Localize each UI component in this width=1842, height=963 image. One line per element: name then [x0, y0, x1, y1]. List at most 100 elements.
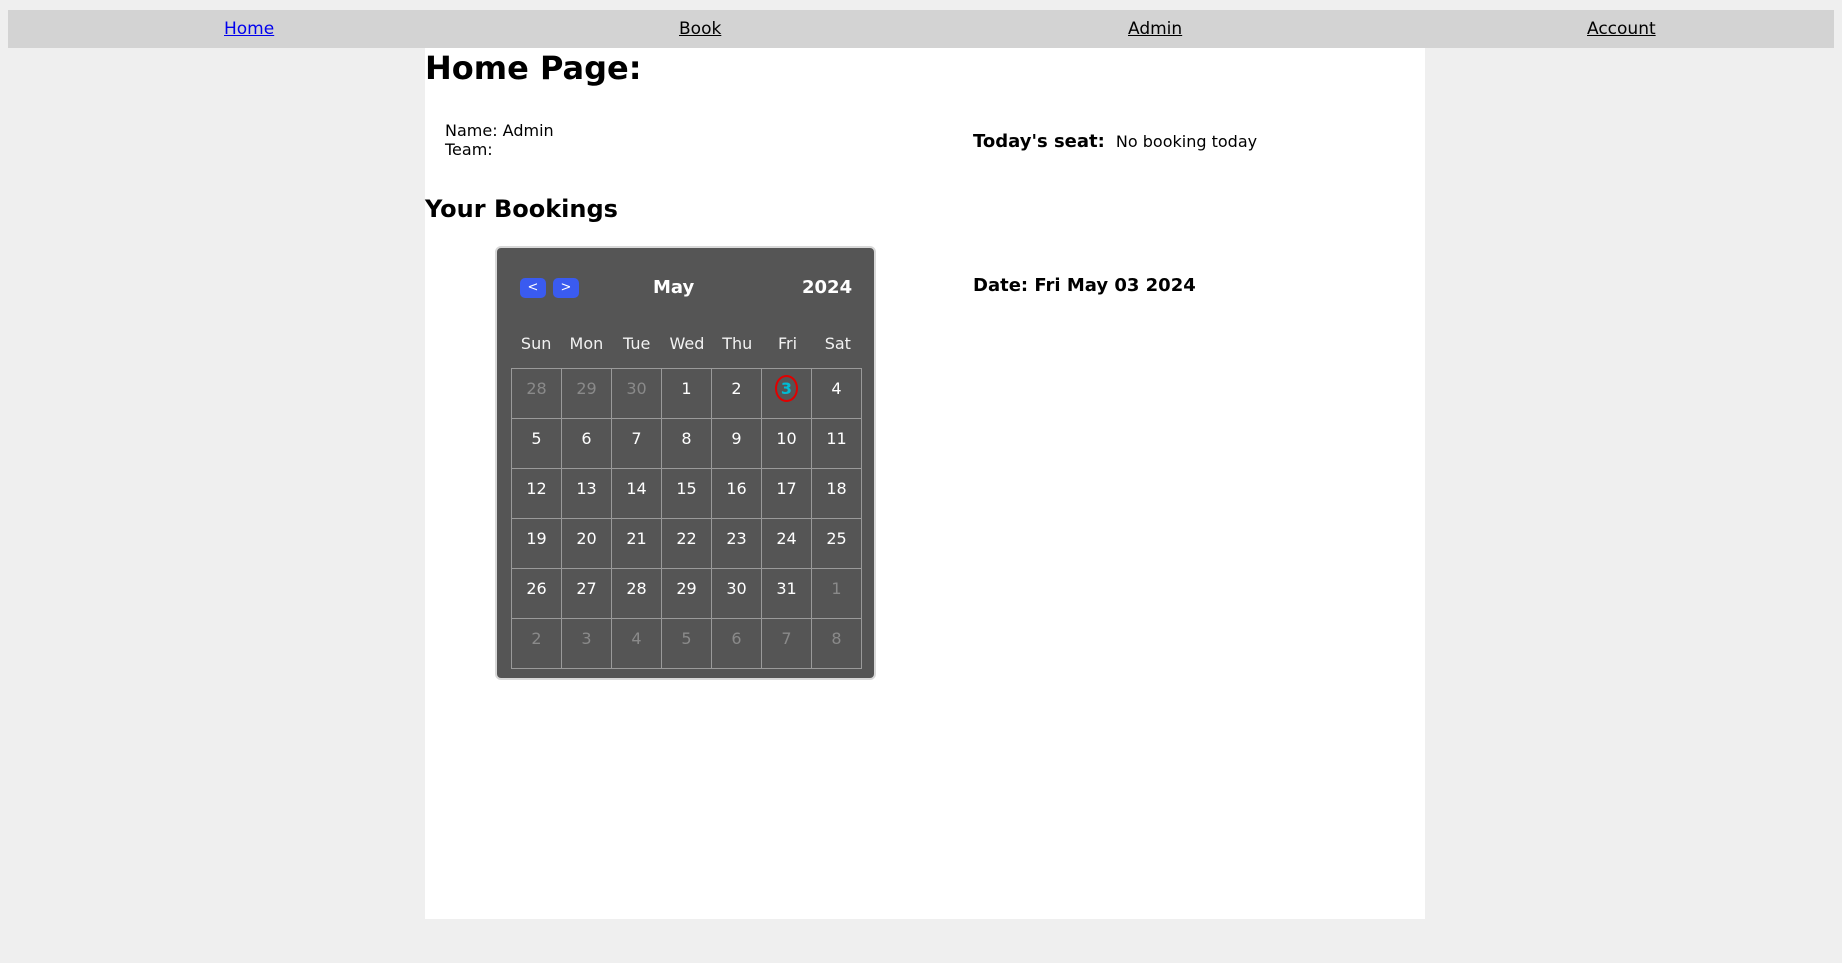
calendar-day[interactable]: 28	[511, 368, 562, 419]
nav-account-link[interactable]: Account	[1587, 19, 1656, 39]
calendar-day[interactable]: 30	[611, 368, 662, 419]
calendar-day[interactable]: 6	[561, 418, 612, 469]
browser-top-strip	[0, 0, 1842, 10]
bookings-title: Your Bookings	[425, 195, 618, 223]
prev-month-button[interactable]: <	[520, 278, 546, 298]
next-month-button[interactable]: >	[553, 278, 579, 298]
calendar-day-number: 28	[526, 379, 547, 398]
calendar-day-number: 6	[581, 429, 592, 448]
main-content: Home Page: Name: Admin Team: Today's sea…	[425, 48, 1425, 919]
weekday-label: Tue	[623, 334, 651, 353]
calendar-day-number: 4	[631, 629, 642, 648]
calendar-day-number: 14	[626, 479, 647, 498]
calendar-day[interactable]: 25	[811, 518, 862, 569]
todays-seat-label: Today's seat:	[973, 131, 1105, 152]
calendar-day-number: 8	[681, 429, 692, 448]
calendar-day[interactable]: 18	[811, 468, 862, 519]
calendar-day[interactable]: 28	[611, 568, 662, 619]
calendar-week-row: 28 29 30 1 2 3 4	[511, 368, 862, 419]
calendar-day[interactable]: 8	[811, 618, 862, 669]
calendar-day-number: 23	[726, 529, 747, 548]
calendar-day-number: 5	[531, 429, 542, 448]
calendar-day[interactable]: 13	[561, 468, 612, 519]
calendar-day-number: 24	[776, 529, 797, 548]
calendar-day[interactable]: 2	[511, 618, 562, 669]
calendar-day[interactable]: 8	[661, 418, 712, 469]
calendar-week-row: 26 27 28 29 30 31 1	[511, 568, 862, 619]
user-team: Team:	[445, 140, 493, 159]
calendar-week-row: 19 20 21 22 23 24 25	[511, 518, 862, 569]
calendar-day-number: 3	[581, 629, 592, 648]
calendar-day-number: 6	[731, 629, 742, 648]
calendar-day-number: 22	[676, 529, 697, 548]
calendar-day[interactable]: 26	[511, 568, 562, 619]
calendar-week-row: 2 3 4 5 6 7 8	[511, 618, 862, 669]
user-name: Name: Admin	[445, 121, 554, 140]
calendar-day-number: 2	[531, 629, 542, 648]
calendar-day[interactable]: 27	[561, 568, 612, 619]
calendar-week-row: 12 13 14 15 16 17 18	[511, 468, 862, 519]
calendar-day[interactable]: 4	[611, 618, 662, 669]
calendar-day[interactable]: 7	[611, 418, 662, 469]
calendar-day[interactable]: 19	[511, 518, 562, 569]
nav-admin-link[interactable]: Admin	[1128, 19, 1182, 39]
calendar-day[interactable]: 20	[561, 518, 612, 569]
selected-date: Date: Fri May 03 2024	[973, 275, 1196, 296]
calendar-day[interactable]: 29	[561, 368, 612, 419]
calendar-day[interactable]: 24	[761, 518, 812, 569]
calendar-day-number: 3	[774, 375, 799, 402]
user-info: Name: Admin Team:	[445, 121, 554, 159]
calendar-day[interactable]: 23	[711, 518, 762, 569]
calendar-day[interactable]: 31	[761, 568, 812, 619]
calendar-day-number: 7	[631, 429, 642, 448]
calendar-week-row: 5 6 7 8 9 10 11	[511, 418, 862, 469]
calendar-day[interactable]: 4	[811, 368, 862, 419]
weekday-label: Thu	[722, 334, 753, 353]
calendar-day-number: 16	[726, 479, 747, 498]
calendar-day[interactable]: 1	[811, 568, 862, 619]
calendar-day[interactable]: 14	[611, 468, 662, 519]
todays-seat: Today's seat: No booking today	[973, 130, 1257, 154]
calendar-day[interactable]: 3	[761, 368, 812, 419]
calendar-day-number: 12	[526, 479, 547, 498]
calendar-day-number: 8	[831, 629, 842, 648]
calendar-day-number: 4	[831, 379, 842, 398]
year-label: 2024	[802, 277, 853, 298]
calendar-day-number: 13	[576, 479, 597, 498]
calendar-day-number: 27	[576, 579, 597, 598]
calendar-day[interactable]: 12	[511, 468, 562, 519]
top-navbar: Home Book Admin Account	[8, 10, 1834, 48]
calendar-day[interactable]: 30	[711, 568, 762, 619]
calendar-day[interactable]: 15	[661, 468, 712, 519]
calendar-day[interactable]: 5	[661, 618, 712, 669]
weekday-label: Sat	[824, 334, 851, 353]
calendar-day-number: 5	[681, 629, 692, 648]
calendar-day[interactable]: 11	[811, 418, 862, 469]
calendar-day[interactable]: 3	[561, 618, 612, 669]
calendar-day[interactable]: 6	[711, 618, 762, 669]
calendar-day-number: 31	[776, 579, 797, 598]
calendar-day-number: 2	[731, 379, 742, 398]
weekday-label: Wed	[669, 334, 705, 353]
calendar-day[interactable]: 22	[661, 518, 712, 569]
calendar-day-number: 29	[676, 579, 697, 598]
calendar-day-number: 17	[776, 479, 797, 498]
calendar-day[interactable]: 2	[711, 368, 762, 419]
nav-home-link[interactable]: Home	[224, 19, 274, 39]
calendar-day-number: 30	[726, 579, 747, 598]
calendar-day[interactable]: 10	[761, 418, 812, 469]
calendar-day-number: 19	[526, 529, 547, 548]
calendar-day[interactable]: 21	[611, 518, 662, 569]
calendar-day[interactable]: 7	[761, 618, 812, 669]
nav-book-link[interactable]: Book	[679, 19, 721, 39]
calendar-day[interactable]: 29	[661, 568, 712, 619]
calendar-day-number: 11	[826, 429, 847, 448]
calendar-day[interactable]: 1	[661, 368, 712, 419]
calendar-day-number: 9	[731, 429, 742, 448]
calendar-day[interactable]: 17	[761, 468, 812, 519]
calendar-day[interactable]: 5	[511, 418, 562, 469]
calendar-day-number: 26	[526, 579, 547, 598]
calendar-day[interactable]: 9	[711, 418, 762, 469]
calendar-day[interactable]: 16	[711, 468, 762, 519]
calendar-day-number: 1	[681, 379, 692, 398]
